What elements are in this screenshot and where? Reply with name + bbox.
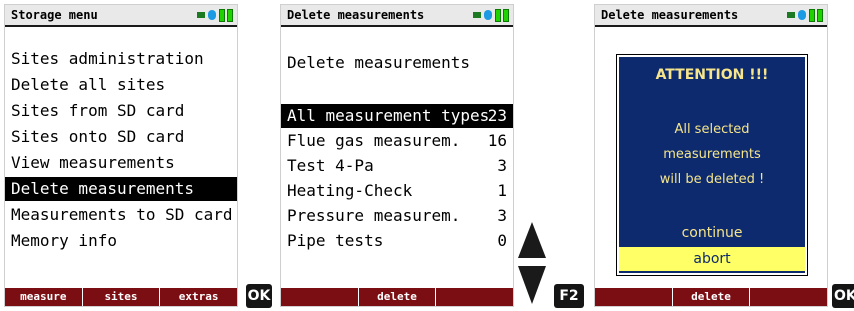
- dialog-message-line: will be deleted !: [659, 172, 765, 187]
- delete-measurements-screen: Delete measurements Delete measurements …: [280, 4, 514, 307]
- delete-confirm-screen: Delete measurements ATTENTION !!! All se…: [594, 4, 828, 307]
- title-bar: Delete measurements: [281, 5, 513, 27]
- screen-heading: Delete measurements: [287, 53, 471, 72]
- softkey-right[interactable]: [750, 288, 827, 306]
- softkey-bar: delete: [595, 288, 827, 306]
- item-count: 3: [497, 206, 507, 225]
- softkey-extras[interactable]: extras: [160, 288, 237, 306]
- bluetooth-icon: [798, 10, 806, 20]
- battery-icon: [227, 9, 233, 22]
- arrow-up-icon[interactable]: [518, 222, 546, 258]
- ok-key[interactable]: OK: [832, 284, 854, 308]
- softkey-measure[interactable]: measure: [5, 288, 83, 306]
- abort-option[interactable]: abort: [619, 247, 805, 271]
- softkey-right[interactable]: [436, 288, 513, 306]
- dialog-message: All selected measurements will be delete…: [619, 117, 805, 192]
- dialog-title: ATTENTION !!!: [655, 67, 769, 83]
- menu-item-sites-administration[interactable]: Sites administration: [5, 47, 237, 71]
- menu-item-sites-from-sd-card[interactable]: Sites from SD card: [5, 99, 237, 123]
- menu-item-delete-measurements[interactable]: Delete measurements: [5, 177, 237, 201]
- list-item-test-4pa[interactable]: Test 4-Pa 3: [281, 154, 513, 178]
- softkey-left[interactable]: [281, 288, 359, 306]
- screen-title: Delete measurements: [287, 8, 425, 22]
- battery-icon: [817, 9, 823, 22]
- ok-key[interactable]: OK: [246, 284, 272, 308]
- menu-item-view-measurements[interactable]: View measurements: [5, 151, 237, 175]
- probe-connected-icon: [197, 12, 205, 18]
- menu-item-measurements-to-sd-card[interactable]: Measurements to SD card: [5, 203, 237, 227]
- softkey-left[interactable]: [595, 288, 673, 306]
- menu-item-memory-info[interactable]: Memory info: [5, 229, 237, 253]
- continue-option[interactable]: continue: [619, 225, 805, 241]
- arrow-down-icon[interactable]: [518, 266, 546, 304]
- softkey-delete[interactable]: delete: [673, 288, 751, 306]
- title-bar: Delete measurements: [595, 5, 827, 27]
- list-item-flue-gas[interactable]: Flue gas measurem. 16: [281, 129, 513, 153]
- attention-dialog: ATTENTION !!! All selected measurements …: [617, 55, 807, 275]
- dialog-message-line: All selected: [674, 122, 750, 137]
- bluetooth-icon: [208, 10, 216, 20]
- bluetooth-icon: [484, 10, 492, 20]
- f2-key[interactable]: F2: [554, 284, 584, 308]
- menu-item-sites-onto-sd-card[interactable]: Sites onto SD card: [5, 125, 237, 149]
- navigation-arrows-icon[interactable]: [516, 218, 548, 308]
- list-item-pipe-tests[interactable]: Pipe tests 0: [281, 229, 513, 253]
- list-item-heating-check[interactable]: Heating-Check 1: [281, 179, 513, 203]
- battery-icon: [809, 9, 815, 22]
- battery-icon: [503, 9, 509, 22]
- list-item-pressure[interactable]: Pressure measurem. 3: [281, 204, 513, 228]
- screen-title: Delete measurements: [601, 8, 739, 22]
- probe-connected-icon: [787, 12, 795, 18]
- softkey-delete[interactable]: delete: [359, 288, 437, 306]
- screen-title: Storage menu: [11, 8, 98, 22]
- item-count: 16: [487, 131, 507, 150]
- item-count: 3: [497, 156, 507, 175]
- softkey-bar: delete: [281, 288, 513, 306]
- softkey-sites[interactable]: sites: [83, 288, 161, 306]
- item-count: 0: [497, 231, 507, 250]
- item-count: 23: [487, 106, 507, 125]
- dialog-message-line: measurements: [663, 147, 761, 162]
- softkey-bar: measure sites extras: [5, 288, 237, 306]
- storage-menu-screen: Storage menu Sites administration Delete…: [4, 4, 238, 307]
- item-count: 1: [497, 181, 507, 200]
- menu-item-delete-all-sites[interactable]: Delete all sites: [5, 73, 237, 97]
- probe-connected-icon: [473, 12, 481, 18]
- title-bar: Storage menu: [5, 5, 237, 27]
- battery-icon: [219, 9, 225, 22]
- list-item-all-measurement-types[interactable]: All measurement types 23: [281, 104, 513, 128]
- battery-icon: [495, 9, 501, 22]
